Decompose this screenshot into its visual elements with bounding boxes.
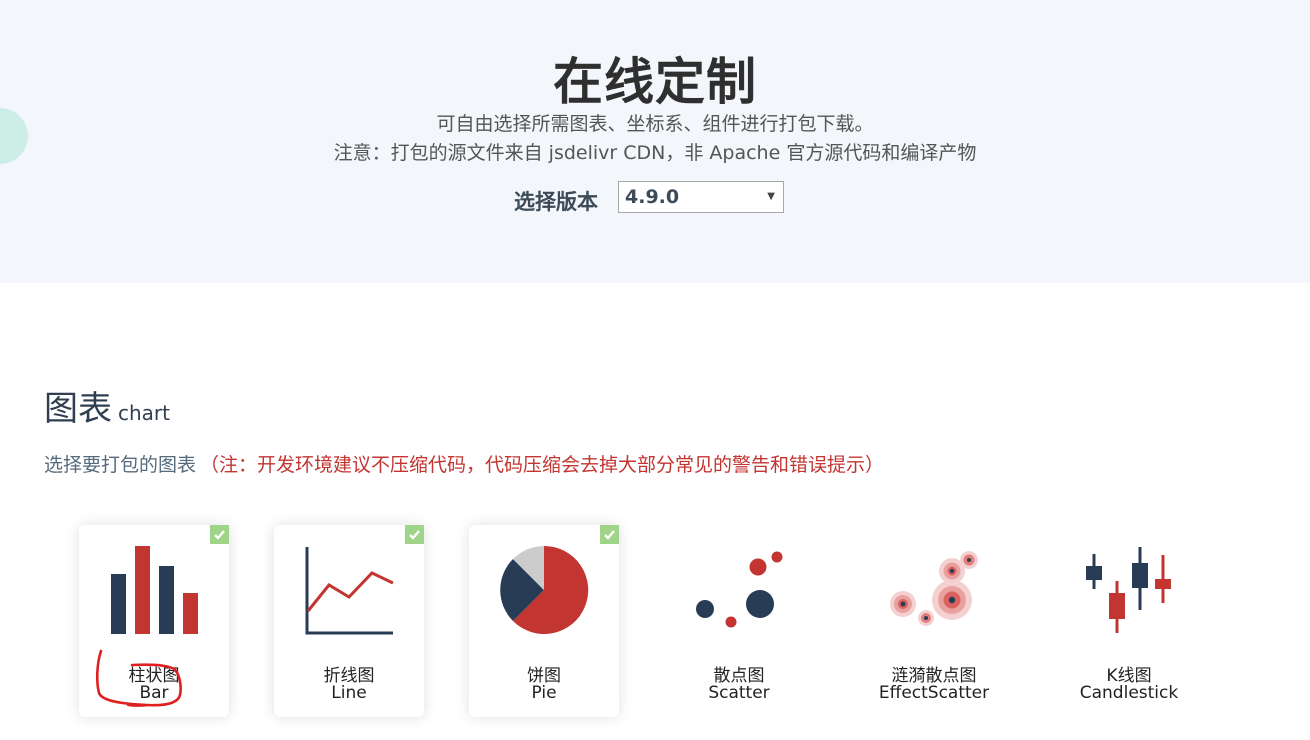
chart-label-en: Scatter xyxy=(708,683,770,703)
candlestick-icon xyxy=(1086,547,1171,633)
scatter-chart-icon xyxy=(696,551,783,628)
line-chart-icon xyxy=(305,547,394,635)
chart-card-candlestick[interactable]: K线图 Candlestick xyxy=(1054,525,1204,717)
checkmark-icon xyxy=(405,525,424,544)
section-title: 图表 chart xyxy=(44,381,170,430)
effect-scatter-icon xyxy=(890,551,978,626)
chart-card-scatter[interactable]: 散点图 Scatter xyxy=(664,525,814,717)
version-select[interactable]: 4.9.0 ▼ xyxy=(618,181,784,213)
chart-card-bar[interactable]: 柱状图 Bar xyxy=(79,525,229,717)
checkmark-icon xyxy=(600,525,619,544)
notice-text: 注意：打包的源文件来自 jsdelivr CDN，非 Apache 官方源代码和… xyxy=(333,142,977,164)
section-title-zh: 图表 xyxy=(44,389,112,429)
chart-card-pie[interactable]: 饼图 Pie xyxy=(469,525,619,717)
chart-card-line[interactable]: 折线图 Line xyxy=(274,525,424,717)
dropdown-arrow-icon: ▼ xyxy=(767,191,775,202)
hero-banner: 在线定制 可自由选择所需图表、坐标系、组件进行打包下载。 注意：打包的源文件来自… xyxy=(0,0,1310,283)
description-text: 选择要打包的图表 xyxy=(44,454,197,476)
chart-label-en: EffectScatter xyxy=(878,683,990,703)
page-title: 在线定制 xyxy=(553,53,757,111)
chart-label-en: Line xyxy=(331,683,367,703)
version-label: 选择版本 xyxy=(514,190,598,214)
bar-chart-icon xyxy=(111,546,198,634)
section-title-en: chart xyxy=(118,401,170,425)
version-selected-value: 4.9.0 xyxy=(625,186,680,208)
chart-card-effect-scatter[interactable]: 涟漪散点图 EffectScatter xyxy=(859,525,1009,717)
section-description: 选择要打包的图表 （注：开发环境建议不压缩代码，代码压缩会去掉大部分常见的警告和错… xyxy=(44,450,884,477)
warning-text: （注：开发环境建议不压缩代码，代码压缩会去掉大部分常见的警告和错误提示） xyxy=(200,454,885,476)
chart-label-en: Candlestick xyxy=(1079,683,1179,703)
checkmark-icon xyxy=(210,525,229,544)
intro-text: 可自由选择所需图表、坐标系、组件进行打包下载。 xyxy=(436,113,874,135)
pie-chart-icon xyxy=(500,545,589,634)
chart-label-en: Pie xyxy=(531,683,557,703)
chart-label-en: Bar xyxy=(139,683,169,703)
